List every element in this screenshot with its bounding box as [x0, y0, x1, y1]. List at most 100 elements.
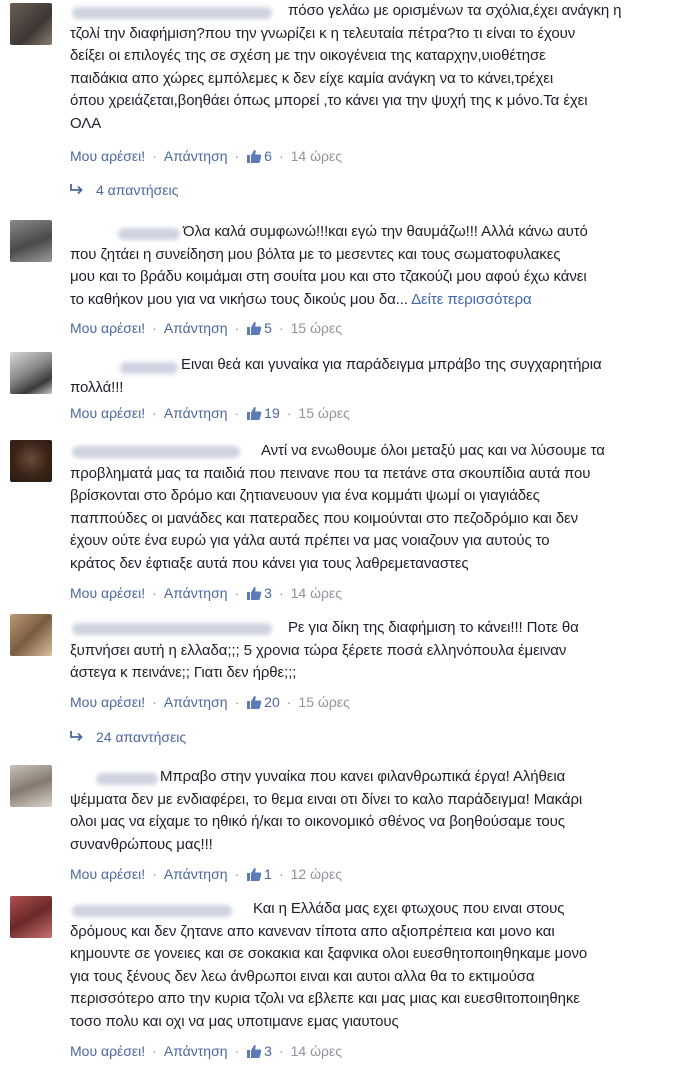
- comment-line: το καθήκον μου για να νικήσω τους δικούς…: [70, 290, 408, 308]
- reply-button[interactable]: Απάντηση: [164, 694, 228, 710]
- like-count-value: 20: [264, 694, 280, 710]
- comment-actions: Μου αρέσει! · Απάντηση · 3 · 14 ώρες: [70, 585, 342, 601]
- timestamp[interactable]: 14 ώρες: [291, 1043, 342, 1059]
- thumbs-up-icon: [246, 694, 262, 710]
- comment-line: πόσο γελάω με ορισμένων τα σχόλια,έχει α…: [288, 2, 622, 19]
- view-replies-link[interactable]: 24 απαντήσεις: [70, 729, 186, 745]
- like-count[interactable]: 1: [246, 866, 272, 882]
- comment-actions: Μου αρέσει! · Απάντηση · 6 · 14 ώρες: [70, 148, 342, 164]
- like-count-value: 3: [264, 585, 272, 601]
- separator: ·: [234, 148, 240, 164]
- separator: ·: [234, 866, 240, 882]
- comment-line: ολοι μας να είχαμε το ηθικό ή/και το οικ…: [70, 813, 565, 830]
- comment-line: ΟΛΑ: [70, 114, 102, 132]
- timestamp[interactable]: 12 ώρες: [291, 866, 342, 882]
- reply-arrow-icon: [70, 729, 84, 745]
- avatar[interactable]: [10, 896, 52, 938]
- separator: ·: [286, 694, 292, 710]
- reply-button[interactable]: Απάντηση: [164, 148, 228, 164]
- like-button[interactable]: Μου αρέσει!: [70, 148, 145, 164]
- separator: ·: [152, 1043, 157, 1059]
- like-count[interactable]: 6: [246, 148, 272, 164]
- separator: ·: [278, 585, 284, 601]
- comment-actions: Μου αρέσει! · Απάντηση · 1 · 12 ώρες: [70, 866, 342, 882]
- comment-line: ξυπνήσει αυτή η ελλαδα;;; 5 χρονια τώρα …: [70, 641, 567, 659]
- comment-line: βρίσκονται στο δρόμο και ζητιανευουν για…: [70, 487, 540, 504]
- separator: ·: [152, 694, 157, 710]
- comment-line: δείξει οι επιλογές της σε σχέση με την ο…: [70, 47, 546, 64]
- comment-line: έχουν ούτε ένα ευρώ για γάλα αυτά πρέπει…: [70, 532, 550, 549]
- like-count-value: 5: [264, 320, 272, 336]
- like-count[interactable]: 3: [246, 585, 272, 601]
- comment-line: παππούδες οι μανάδες και πατεραδες που κ…: [70, 509, 579, 527]
- comment-line: Ειναι θεά και γυναίκα για παράδειγμα μπρ…: [181, 356, 602, 373]
- comment-line: τοσο πολυ και οχι να μας υποτιμανε εμας …: [70, 1012, 399, 1030]
- thumbs-up-icon: [246, 866, 262, 882]
- thumbs-up-icon: [246, 405, 262, 421]
- timestamp[interactable]: 14 ώρες: [291, 585, 342, 601]
- view-replies-link[interactable]: 4 απαντήσεις: [70, 182, 178, 198]
- comment-text: Και η Ελλάδα μας εχει φτωχους που ειναι …: [70, 898, 587, 1033]
- like-button[interactable]: Μου αρέσει!: [70, 694, 145, 710]
- comment-actions: Μου αρέσει! · Απάντηση · 20 · 15 ώρες: [70, 694, 350, 710]
- comment-line: κημουντε σε γονειες και σε σοκακια και ξ…: [70, 945, 588, 962]
- comment-text: Μπραβο στην γυναίκα που κανει φιλανθρωπι…: [70, 766, 582, 856]
- reply-arrow-icon: [70, 182, 84, 198]
- comment-text: Ειναι θεά και γυναίκα για παράδειγμα μπρ…: [70, 354, 602, 399]
- comment-line: κράτος δεν έφτιαξε αυτά που κάνει για το…: [70, 554, 469, 572]
- avatar[interactable]: [10, 3, 52, 45]
- like-button[interactable]: Μου αρέσει!: [70, 405, 145, 421]
- separator: ·: [152, 866, 157, 882]
- comment-line: άστεγα κ πεινάνε;; Γιατι δεν ήρθε;;;: [70, 664, 297, 681]
- comment-line: περισσότερο απο την κυρια τζολι να εβλεπ…: [70, 990, 580, 1007]
- timestamp[interactable]: 15 ώρες: [298, 405, 349, 421]
- comment-line: Μπραβο στην γυναίκα που κανει φιλανθρωπι…: [160, 768, 566, 785]
- comment-line: για τους ξένους δεν λεω άνθρωποι ειναι κ…: [70, 967, 535, 985]
- comment-line: προβληματά μας τα παιδιά που πεινανε που…: [70, 464, 591, 482]
- replies-count: 24 απαντήσεις: [96, 729, 187, 745]
- see-more-link[interactable]: Δείτε περισσότερα: [411, 291, 532, 308]
- reply-button[interactable]: Απάντηση: [164, 1043, 228, 1059]
- comment-text: Ρε για δίκη της διαφήμιση το κάνει!!! Πο…: [70, 617, 579, 685]
- timestamp[interactable]: 15 ώρες: [298, 694, 349, 710]
- comment-line: Όλα καλά συμφωνώ!!!και εγώ την θαυμάζω!!…: [183, 223, 588, 240]
- reply-button[interactable]: Απάντηση: [164, 585, 228, 601]
- like-count-value: 6: [264, 148, 272, 164]
- separator: ·: [152, 585, 157, 601]
- avatar[interactable]: [10, 220, 52, 262]
- reply-button[interactable]: Απάντηση: [164, 320, 228, 336]
- thumbs-up-icon: [246, 320, 262, 336]
- separator: ·: [286, 405, 292, 421]
- like-count[interactable]: 3: [246, 1043, 272, 1059]
- comment-line: Και η Ελλάδα μας εχει φτωχους που ειναι …: [253, 900, 565, 917]
- separator: ·: [278, 1043, 284, 1059]
- avatar[interactable]: [10, 352, 52, 394]
- comment-text: Όλα καλά συμφωνώ!!!και εγώ την θαυμάζω!!…: [70, 221, 588, 311]
- timestamp[interactable]: 14 ώρες: [291, 148, 342, 164]
- reply-button[interactable]: Απάντηση: [164, 405, 228, 421]
- like-button[interactable]: Μου αρέσει!: [70, 320, 145, 336]
- separator: ·: [278, 320, 284, 336]
- separator: ·: [278, 866, 284, 882]
- avatar[interactable]: [10, 765, 52, 807]
- like-button[interactable]: Μου αρέσει!: [70, 1043, 145, 1059]
- comment-line: μου και το βράδυ κοιμάμαι στη σουίτα μου…: [70, 268, 587, 285]
- separator: ·: [234, 1043, 240, 1059]
- like-button[interactable]: Μου αρέσει!: [70, 585, 145, 601]
- comment-line: συνανθρώπους μας!!!: [70, 835, 213, 853]
- comment-text: πόσο γελάω με ορισμένων τα σχόλια,έχει α…: [70, 0, 622, 135]
- separator: ·: [234, 320, 240, 336]
- like-button[interactable]: Μου αρέσει!: [70, 866, 145, 882]
- thumbs-up-icon: [246, 585, 262, 601]
- like-count[interactable]: 5: [246, 320, 272, 336]
- avatar[interactable]: [10, 440, 52, 482]
- like-count[interactable]: 20: [246, 694, 280, 710]
- avatar[interactable]: [10, 614, 52, 656]
- timestamp[interactable]: 15 ώρες: [291, 320, 342, 336]
- like-count[interactable]: 19: [246, 405, 280, 421]
- comment-actions: Μου αρέσει! · Απάντηση · 3 · 14 ώρες: [70, 1043, 342, 1059]
- comment-line: που ζητάει η συνείδηση μου βόλτα με το μ…: [70, 245, 561, 263]
- reply-button[interactable]: Απάντηση: [164, 866, 228, 882]
- comment-actions: Μου αρέσει! · Απάντηση · 5 · 15 ώρες: [70, 320, 342, 336]
- replies-count: 4 απαντήσεις: [96, 182, 179, 198]
